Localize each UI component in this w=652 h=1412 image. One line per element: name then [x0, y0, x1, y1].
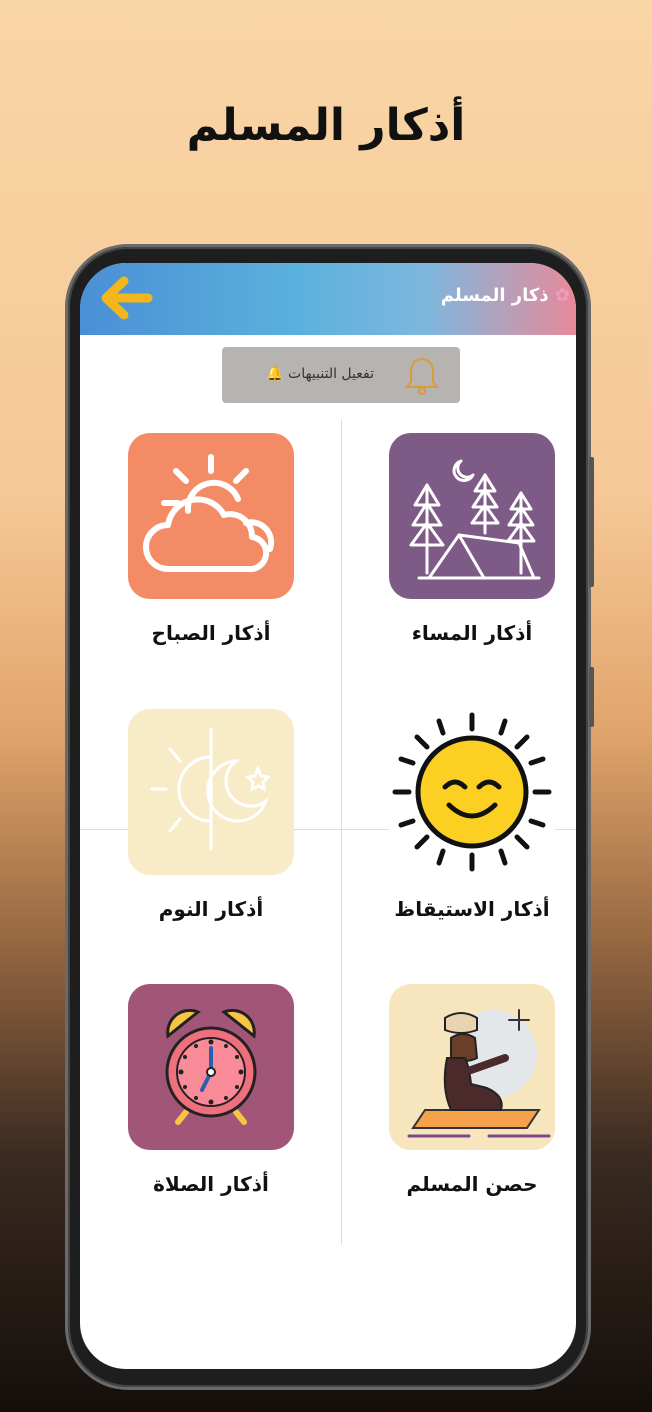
notifications-label-text: تفعيل التنبيهات [288, 366, 374, 382]
tile-sleep [128, 709, 294, 875]
notifications-label: تفعيل التنبيهات 🔔 [266, 366, 374, 382]
app-title: ✿ ذكار المسلم [441, 285, 570, 306]
tile-prayer [128, 984, 294, 1150]
bell-icon [404, 357, 440, 395]
phone-frame: ✿ ذكار المسلم تفعيل التنبيهات 🔔 أذكار ال… [68, 247, 594, 1387]
card-sleep[interactable]: أذكار النوم [128, 709, 294, 921]
sun-cloud-icon [143, 454, 275, 573]
alarm-clock-icon [165, 1008, 257, 1125]
card-wakeup[interactable]: أذكار الاستيقاظ [389, 709, 555, 921]
card-hisn-label: حصن المسلم [406, 1172, 538, 1196]
card-morning-label: أذكار الصباح [151, 621, 271, 645]
flower-icon: ✿ [554, 285, 570, 306]
enable-notifications-button[interactable]: تفعيل التنبيهات 🔔 [222, 347, 460, 403]
arrow-left-icon [101, 276, 153, 320]
tile-wakeup [389, 709, 555, 875]
tent-moon-icon [409, 459, 541, 580]
praying-man-icon [407, 1009, 551, 1138]
card-evening[interactable]: أذكار المساء [389, 433, 555, 645]
tile-morning [128, 433, 294, 599]
card-wakeup-label: أذكار الاستيقاظ [394, 897, 550, 921]
power-button [589, 667, 594, 727]
grid-divider-vertical [341, 419, 342, 1245]
volume-button [589, 457, 594, 587]
card-prayer-label: أذكار الصلاة [153, 1172, 269, 1196]
back-button[interactable] [98, 273, 154, 323]
small-bell-icon: 🔔 [266, 366, 284, 382]
tile-hisn [389, 984, 555, 1150]
app-bar: ✿ ذكار المسلم [80, 263, 576, 335]
app-screen: ✿ ذكار المسلم تفعيل التنبيهات 🔔 أذكار ال… [80, 263, 576, 1369]
card-hisn[interactable]: حصن المسلم [389, 984, 555, 1196]
card-prayer[interactable]: أذكار الصلاة [128, 984, 294, 1196]
card-evening-label: أذكار المساء [411, 621, 533, 645]
tile-evening [389, 433, 555, 599]
card-morning[interactable]: أذكار الصباح [128, 433, 294, 645]
smiling-sun-icon [392, 712, 552, 872]
card-sleep-label: أذكار النوم [158, 897, 264, 921]
app-title-text: ذكار المسلم [440, 285, 549, 306]
moon-sun-icon [150, 727, 272, 851]
page-headline: أذكار المسلم [186, 100, 466, 151]
